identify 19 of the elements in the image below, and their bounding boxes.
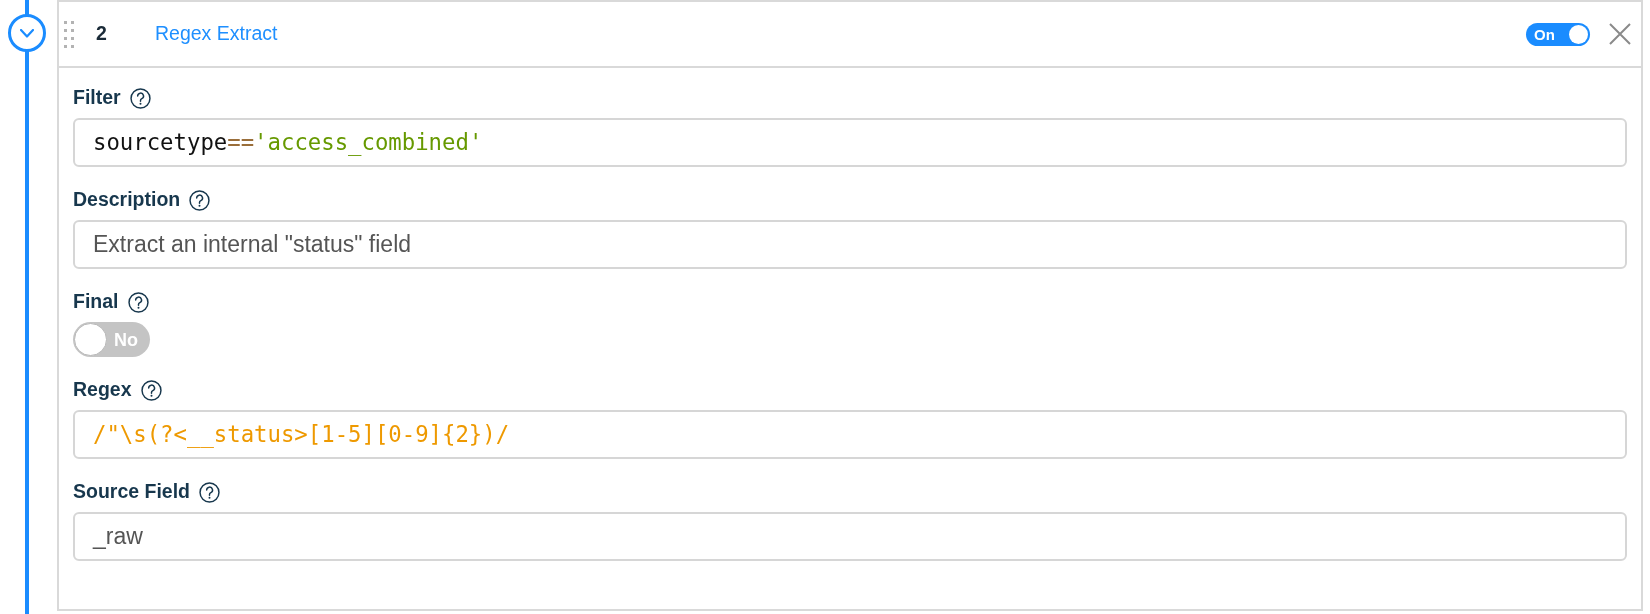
help-icon[interactable] (127, 291, 149, 313)
close-button[interactable] (1609, 23, 1631, 45)
field-label: Regex (73, 377, 132, 403)
help-icon[interactable] (140, 379, 162, 401)
text-input-field[interactable]: Extract an internal "status" field (73, 220, 1627, 269)
help-icon[interactable] (189, 189, 211, 211)
field-label: Description (73, 187, 181, 213)
drag-handle-icon[interactable] (64, 20, 74, 48)
code-input-field[interactable]: sourcetype=='access_combined' (73, 118, 1627, 167)
field-label: Source Field (73, 479, 191, 505)
step-number: 2 (96, 21, 108, 47)
function-title: Regex Extract (155, 21, 278, 47)
help-icon[interactable] (199, 481, 221, 503)
close-icon (1609, 23, 1631, 45)
text-input-field[interactable]: _raw (73, 512, 1627, 561)
help-icon[interactable] (129, 87, 151, 109)
collapse-button[interactable] (8, 14, 46, 52)
field-label: Filter (73, 85, 121, 111)
field-label: Final (73, 289, 119, 315)
